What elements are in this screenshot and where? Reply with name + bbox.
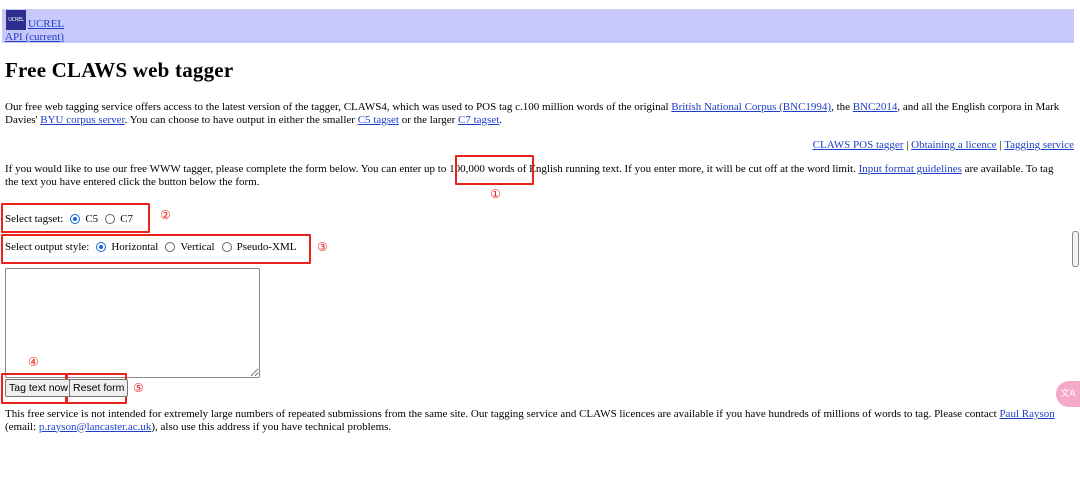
footer-paragraph: This free service is not intended for ex… [5, 408, 1067, 433]
annotation-number-3: ③ [317, 240, 328, 254]
tag-text-now-button[interactable]: Tag text now [5, 379, 72, 397]
c5-tagset-link[interactable]: C5 tagset [358, 114, 399, 126]
annotation-number-1: ① [490, 187, 501, 201]
bnc1994-link[interactable]: British National Corpus (BNC1994) [671, 101, 831, 113]
tagging-service-link[interactable]: Tagging service [1004, 139, 1074, 151]
instructions-paragraph: If you would like to use our free WWW ta… [5, 163, 1067, 188]
annotation-box-1 [455, 155, 534, 185]
intro-text-2: , the [831, 101, 853, 113]
intro-text-6: . [499, 113, 503, 126]
instructions-text-1: If you would like to use our free WWW ta… [5, 163, 450, 175]
bnc2014-link[interactable]: BNC2014 [853, 101, 898, 113]
translate-icon[interactable]: 文A [1056, 381, 1080, 407]
ucrel-logo[interactable]: UCREL [6, 10, 26, 30]
intro-paragraph: Our free web tagging service offers acce… [5, 101, 1067, 126]
intro-text-4: . You can choose to have output in eithe… [124, 113, 358, 126]
nav-separator: | [903, 139, 912, 151]
ucrel-link[interactable]: UCREL [28, 18, 64, 30]
input-format-guidelines-link[interactable]: Input format guidelines [859, 163, 962, 175]
intro-text-5: or the larger [398, 113, 459, 126]
claws-pos-tagger-link[interactable]: CLAWS POS tagger [813, 139, 904, 151]
instructions-text-2: of English running text. If you enter mo… [514, 163, 859, 175]
annotation-box-3 [1, 234, 311, 264]
annotation-number-2: ② [160, 208, 171, 222]
right-nav-links: CLAWS POS tagger | Obtaining a licence |… [813, 139, 1074, 151]
api-link[interactable]: API (current) [5, 31, 64, 43]
c7-tagset-link[interactable]: C7 tagset [458, 114, 499, 126]
byu-corpus-link[interactable]: BYU corpus server [40, 114, 124, 126]
footer-text-1: This free service is not intended for ex… [5, 408, 1000, 420]
input-text-area[interactable] [5, 268, 260, 378]
annotation-box-2 [1, 203, 150, 233]
scrollbar-thumb[interactable] [1072, 231, 1079, 267]
intro-text-1: Our free web tagging service offers acce… [5, 101, 672, 113]
footer-text-2: (email: [5, 420, 39, 433]
email-link[interactable]: p.rayson@lancaster.ac.uk [39, 421, 151, 433]
reset-form-button[interactable]: Reset form [69, 379, 129, 397]
annotation-number-4: ④ [28, 355, 39, 369]
contact-paul-rayson-link[interactable]: Paul Rayson [999, 408, 1054, 420]
annotation-number-5: ⑤ [133, 381, 144, 395]
obtaining-licence-link[interactable]: Obtaining a licence [911, 139, 997, 151]
page-title: Free CLAWS web tagger [5, 58, 234, 82]
header-bar: UCREL UCREL API (current) [2, 9, 1074, 43]
footer-text-3: ), also use this address if you have tec… [151, 420, 392, 433]
